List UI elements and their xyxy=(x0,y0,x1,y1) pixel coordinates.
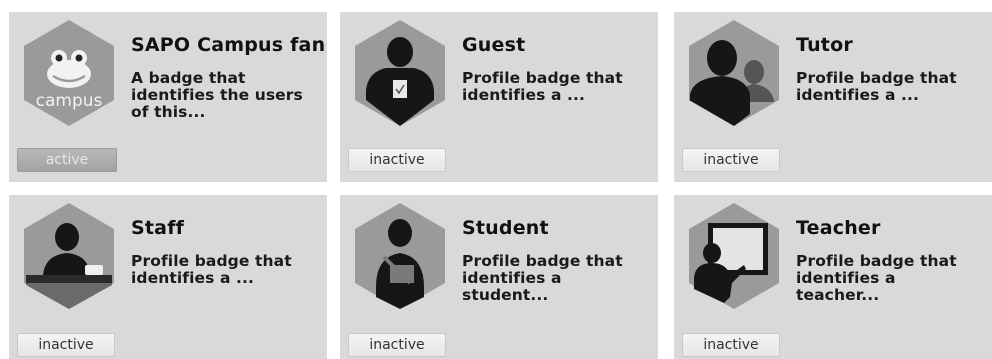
badge-card-teacher[interactable]: Teacher Profile badge that identifies a … xyxy=(674,195,992,359)
badge-description: A badge that identifies the users of thi… xyxy=(131,69,303,121)
tutor-people-icon xyxy=(686,18,782,128)
badge-grid: campus SAPO Campus fan A badge that iden… xyxy=(0,0,992,359)
badge-status-button[interactable]: inactive xyxy=(682,333,780,357)
badge-title: SAPO Campus fan xyxy=(131,34,326,56)
student-person-icon xyxy=(352,201,448,311)
badge-description: Profile badge that identifies a student.… xyxy=(462,252,623,304)
badge-card-tutor[interactable]: Tutor Profile badge that identifies a ..… xyxy=(674,12,992,182)
badge-title: Staff xyxy=(131,217,185,239)
staff-person-icon xyxy=(21,201,117,311)
badge-description: Profile badge that identifies a ... xyxy=(796,69,957,104)
badge-title: Student xyxy=(462,217,549,239)
badge-card-sapo-campus-fan[interactable]: campus SAPO Campus fan A badge that iden… xyxy=(9,12,327,182)
badge-status-button[interactable]: inactive xyxy=(17,333,115,357)
badge-card-student[interactable]: Student Profile badge that identifies a … xyxy=(340,195,658,359)
badge-card-staff[interactable]: Staff Profile badge that identifies a ..… xyxy=(9,195,327,359)
badge-status-button[interactable]: inactive xyxy=(348,333,446,357)
badge-title: Tutor xyxy=(796,34,853,56)
campus-logo-icon: campus xyxy=(21,18,117,128)
guest-person-icon xyxy=(352,18,448,128)
badge-status-button[interactable]: inactive xyxy=(682,148,780,172)
badge-card-guest[interactable]: Guest Profile badge that identifies a ..… xyxy=(340,12,658,182)
badge-description: Profile badge that identifies a ... xyxy=(131,252,292,287)
badge-title: Guest xyxy=(462,34,526,56)
badge-description: Profile badge that identifies a teacher.… xyxy=(796,252,957,304)
badge-title: Teacher xyxy=(796,217,881,239)
teacher-board-icon xyxy=(686,201,782,311)
campus-logo-text: campus xyxy=(36,91,103,111)
badge-description: Profile badge that identifies a ... xyxy=(462,69,623,104)
badge-status-button[interactable]: active xyxy=(17,148,117,172)
badge-status-button[interactable]: inactive xyxy=(348,148,446,172)
